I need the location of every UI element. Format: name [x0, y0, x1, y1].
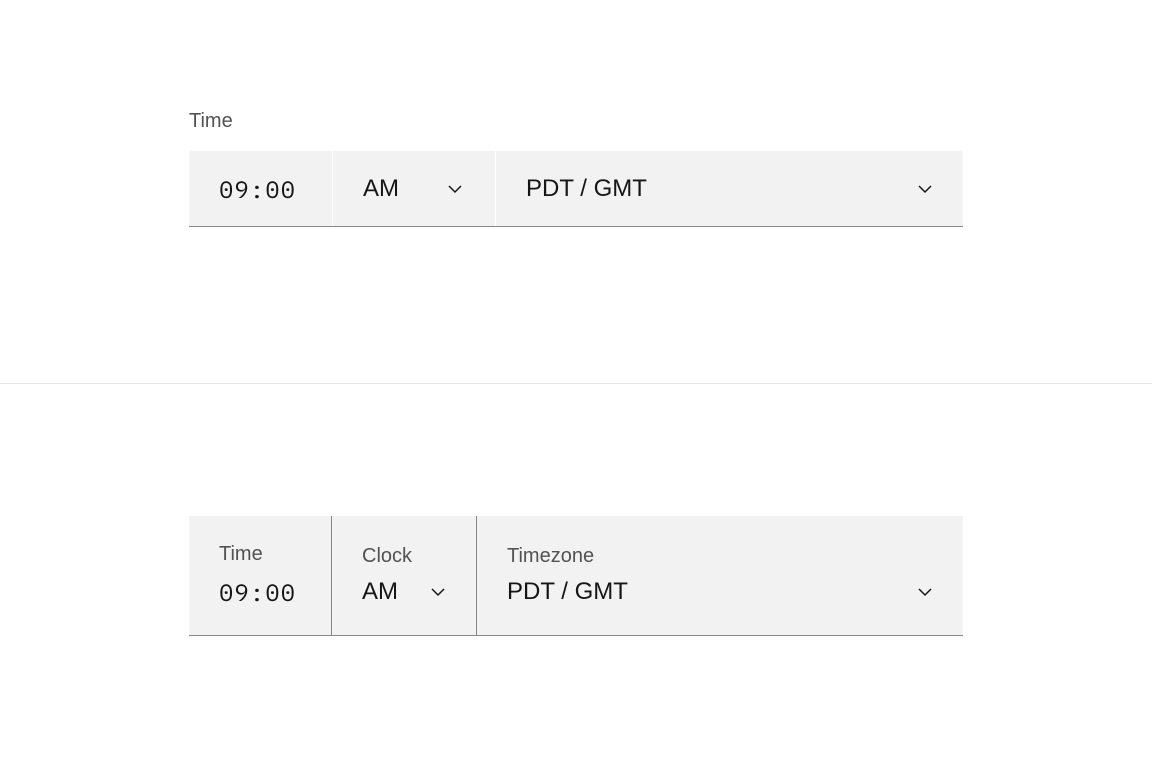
timezone-value: PDT / GMT: [507, 578, 628, 606]
timezone-label: Timezone: [507, 545, 933, 568]
time-picker-variant-internal-labels: Time 09:00 Clock AM Timezone PDT / GMT: [0, 384, 1152, 767]
period-select[interactable]: Clock AM: [332, 516, 477, 635]
chevron-down-icon: [917, 584, 933, 600]
period-value: AM: [363, 175, 399, 203]
chevron-down-icon: [917, 181, 933, 197]
chevron-down-icon: [447, 181, 463, 197]
timezone-select[interactable]: PDT / GMT: [496, 151, 963, 226]
time-label: Time: [189, 110, 963, 133]
time-field-group: Time 09:00 Clock AM Timezone PDT / GMT: [189, 516, 963, 636]
time-picker-variant-external-label: Time 09:00 AM PDT / GMT: [0, 0, 1152, 383]
timezone-value: PDT / GMT: [526, 175, 647, 203]
period-select[interactable]: AM: [333, 151, 496, 226]
chevron-down-icon: [430, 584, 446, 600]
time-input[interactable]: Time 09:00: [189, 516, 332, 635]
period-label: Clock: [362, 545, 446, 568]
time-value: 09:00: [219, 576, 331, 608]
period-value: AM: [362, 578, 398, 606]
time-field-group: 09:00 AM PDT / GMT: [189, 151, 963, 227]
time-value: 09:00: [219, 173, 296, 205]
time-input[interactable]: 09:00: [189, 151, 333, 226]
timezone-select[interactable]: Timezone PDT / GMT: [477, 516, 963, 635]
time-label: Time: [219, 543, 331, 566]
